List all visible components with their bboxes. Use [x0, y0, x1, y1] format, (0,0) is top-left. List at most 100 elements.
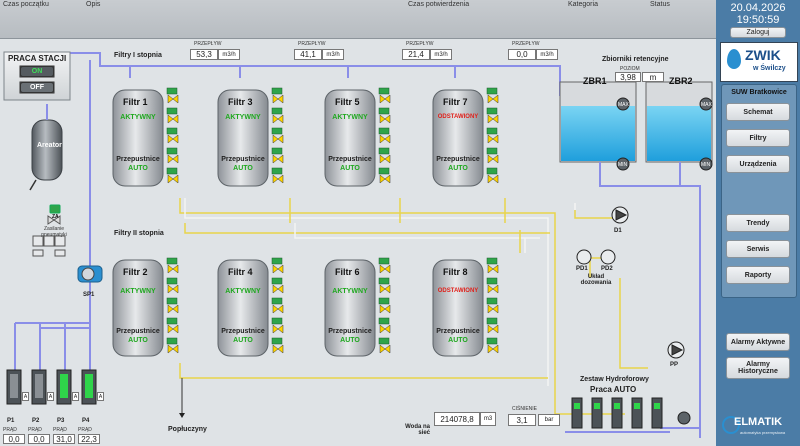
filter-6-mode: AUTO	[340, 337, 360, 344]
filter-7-title: Filtr 7	[443, 97, 468, 107]
retention-title: Zbiorniki retencyjne	[602, 56, 669, 63]
station-work-title: PRACA STACJI	[8, 54, 67, 63]
nav-alarms-active[interactable]: Alarmy Aktywne	[726, 333, 790, 351]
pneumatic-supply-label: Zasilanie pneumatyki	[41, 226, 67, 238]
dosing-label: Układ dozowania	[580, 274, 612, 286]
filter-4-mode: AUTO	[233, 337, 253, 344]
company-logo: ZWIK w Świlczy	[720, 42, 798, 82]
well-p1-current: 0,0	[3, 434, 25, 444]
filter-3-mode: AUTO	[233, 165, 253, 172]
footer-brand-name: ELMATIK	[734, 416, 783, 428]
nav-filtry[interactable]: Filtry	[726, 129, 790, 147]
footer-brand: ELMATIK automatyka przemysłowa	[720, 414, 798, 442]
filter-5[interactable]: Filtr 5 AKTYWNY Przepustnice AUTO	[325, 90, 375, 186]
filter-7-mode: AUTO	[448, 165, 468, 172]
flow-value-2: 41,1	[294, 49, 322, 60]
filter-6-title: Filtr 6	[335, 267, 360, 277]
stage1-title: Filtry I stopnia	[114, 52, 162, 59]
hydrophore-title: Zestaw Hydroforowy	[580, 376, 649, 383]
well-p2-label: P2	[32, 418, 40, 424]
nav-trendy[interactable]: Trendy	[726, 214, 790, 232]
retention-level-unit: m	[642, 72, 664, 82]
filter-5-mode: AUTO	[340, 165, 360, 172]
filter-2[interactable]: Filtr 2 AKTYWNY Przepustnice AUTO	[113, 260, 163, 356]
filter-3-bypass: Przepustnice	[221, 156, 265, 163]
network-total-value: 214078,8	[434, 412, 480, 426]
filter-8-title: Filtr 8	[443, 267, 468, 277]
filter-7-status: ODSTAWIONY	[437, 114, 479, 120]
stage2-title: Filtry II stopnia	[114, 230, 164, 237]
backwash-label: Popłuczyny	[168, 426, 207, 433]
filter-2-mode: AUTO	[128, 337, 148, 344]
clock-date: 20.04.2026	[730, 2, 786, 14]
network-total-unit: m3	[480, 412, 496, 426]
flow-caption-1: PRZEPŁYW	[194, 41, 222, 47]
nav-schemat[interactable]: Schemat	[726, 103, 790, 121]
alarm-col-status: Status	[650, 1, 670, 8]
filter-5-bypass: Przepustnice	[328, 156, 372, 163]
station-off-button[interactable]: OFF	[20, 82, 54, 93]
nav-urzadzenia[interactable]: Urządzenia	[726, 155, 790, 173]
footer-brand-sub: automatyka przemysłowa	[740, 430, 786, 435]
pump-d1-label: D1	[614, 228, 622, 234]
pressure-value: 3,1	[508, 414, 536, 426]
flow-caption-2: PRZEPŁYW	[298, 41, 326, 47]
filter-4-bypass: Przepustnice	[221, 328, 265, 335]
flow-unit-1: m3/h	[218, 49, 240, 60]
station-on-button[interactable]: ON	[20, 66, 54, 77]
water-drop-icon	[727, 49, 741, 69]
filter-1-bypass: Przepustnice	[116, 156, 160, 163]
filter-7[interactable]: Filtr 7 ODSTAWIONY Przepustnice AUTO	[433, 90, 483, 186]
well-p4[interactable]: A P4 PRĄD 22,3	[78, 368, 104, 446]
pump-d1-icon[interactable]	[612, 207, 628, 223]
pneumatic-valve-tag: ZA	[52, 214, 59, 220]
well-p3-current-caption: PRĄD	[53, 427, 67, 433]
tank-zbr2-label: ZBR2	[669, 76, 693, 86]
filter-2-bypass: Przepustnice	[116, 328, 160, 335]
filter-1-mode: AUTO	[128, 165, 148, 172]
well-p1-label: P1	[7, 418, 15, 424]
pressure-caption: CIŚNIENIE	[512, 406, 538, 412]
well-p3-current: 31,0	[53, 434, 75, 444]
retention-level-value: 3,98	[615, 72, 641, 82]
filter-4-status: AKTYWNY	[225, 288, 261, 295]
logo-brand: ZWIK	[745, 47, 781, 63]
well-p1-current-caption: PRĄD	[3, 427, 17, 433]
well-p4-current: 22,3	[78, 434, 100, 444]
filter-5-status: AKTYWNY	[332, 114, 368, 121]
filter-2-title: Filtr 2	[123, 267, 148, 277]
filter-8-status: ODSTAWIONY	[437, 288, 479, 294]
tank-zbr1-label: ZBR1	[583, 76, 607, 86]
login-button[interactable]: Zaloguj	[730, 27, 786, 38]
alarm-bar[interactable]: Czas początku Opis Czas potwierdzenia Ka…	[0, 0, 716, 39]
alarm-col-confirm: Czas potwierdzenia	[408, 1, 470, 8]
aerator-label: Areator	[37, 142, 62, 149]
filter-8-mode: AUTO	[448, 337, 468, 344]
filter-3-status: AKTYWNY	[225, 114, 261, 121]
nav-alarms-history[interactable]: Alarmy Historyczne	[726, 357, 790, 379]
well-p3[interactable]: A P3 PRĄD 31,0	[53, 368, 79, 446]
flow-unit-4: m3/h	[536, 49, 558, 60]
filter-3[interactable]: Filtr 3 AKTYWNY Przepustnice AUTO	[218, 90, 268, 186]
well-p2[interactable]: A P2 PRĄD 0,0	[28, 368, 54, 446]
filter-7-bypass: Przepustnice	[436, 156, 480, 163]
flow-unit-2: m3/h	[322, 49, 344, 60]
flow-caption-3: PRZEPŁYW	[406, 41, 434, 47]
pump-pp-icon[interactable]	[668, 342, 684, 358]
filter-4[interactable]: Filtr 4 AKTYWNY Przepustnice AUTO	[218, 260, 268, 356]
zbr1-max-sensor-icon: MAX	[618, 102, 629, 108]
clock-time: 19:50:59	[736, 14, 780, 26]
filter-8[interactable]: Filtr 8 ODSTAWIONY Przepustnice AUTO	[433, 260, 483, 356]
well-p1[interactable]: A P1 PRĄD 0,0	[3, 368, 29, 446]
filter-5-title: Filtr 5	[335, 97, 360, 107]
filter-1[interactable]: Filtr 1 AKTYWNY Przepustnice AUTO	[113, 90, 163, 186]
zbr1-min-sensor-icon: MIN	[618, 162, 628, 168]
compressor-icon[interactable]	[78, 266, 102, 282]
flow-value-3: 21,4	[402, 49, 430, 60]
filter-6[interactable]: Filtr 6 AKTYWNY Przepustnice AUTO	[325, 260, 375, 356]
flow-unit-3: m3/h	[430, 49, 452, 60]
filter-1-title: Filtr 1	[123, 97, 148, 107]
nav-raporty[interactable]: Raporty	[726, 266, 790, 284]
filter-4-title: Filtr 4	[228, 267, 253, 277]
nav-serwis[interactable]: Serwis	[726, 240, 790, 258]
